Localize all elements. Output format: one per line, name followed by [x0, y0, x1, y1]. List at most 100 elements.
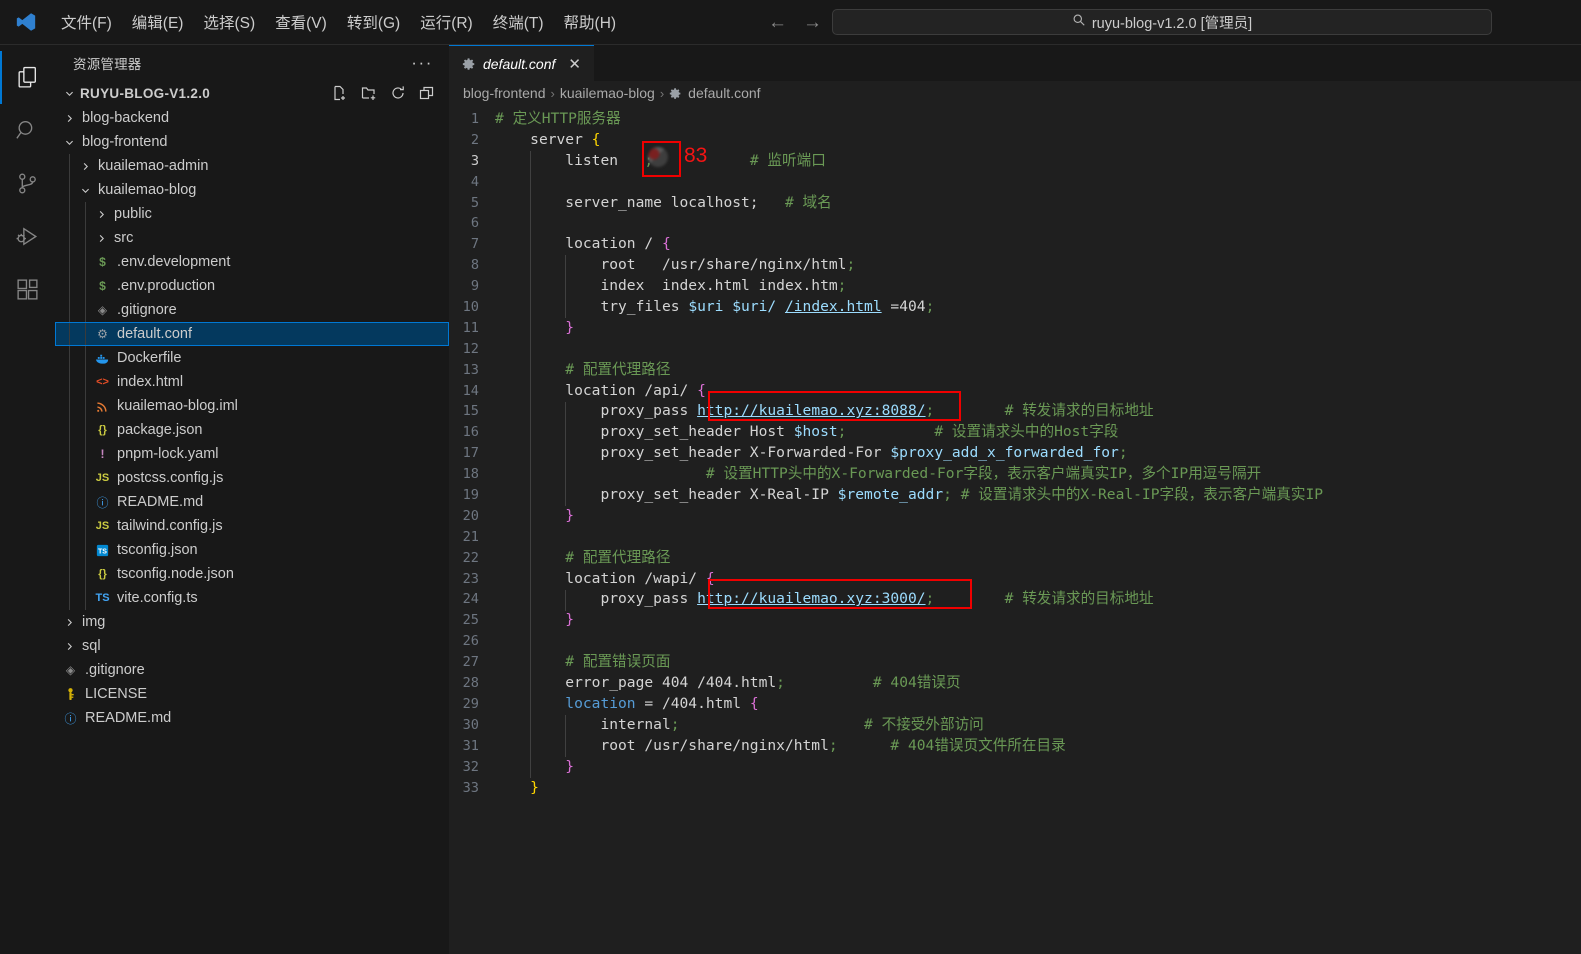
menu-go[interactable]: 转到(G) [338, 7, 409, 37]
code-line[interactable]: 27 # 配置错误页面 [449, 652, 1581, 673]
close-icon[interactable]: ✕ [566, 55, 583, 73]
code-line-text[interactable]: root /usr/share/nginx/html; # 404错误页文件所在… [495, 736, 1065, 757]
code-line[interactable]: 16 proxy_set_header Host $host; # 设置请求头中… [449, 422, 1581, 443]
navigation-arrows[interactable]: ← → [768, 13, 822, 32]
back-arrow-icon[interactable]: ← [768, 13, 787, 32]
tree-file-index-html[interactable]: <> index.html [55, 370, 449, 394]
new-folder-icon[interactable] [361, 85, 377, 101]
menu-bar[interactable]: 文件(F) 编辑(E) 选择(S) 查看(V) 转到(G) 运行(R) 终端(T) 帮助(H) [52, 7, 625, 37]
code-line[interactable]: 17 proxy_set_header X-Forwarded-For $pro… [449, 443, 1581, 464]
tree-folder-blog-backend[interactable]: blog-backend [55, 106, 449, 130]
code-line[interactable]: 23 location /wapi/ { [449, 569, 1581, 590]
code-line-text[interactable]: try_files $uri $uri/ /index.html =404; [495, 297, 934, 318]
breadcrumb-item[interactable]: default.conf [688, 85, 760, 101]
code-line[interactable]: 33 } [449, 778, 1581, 799]
tree-file-tailwind-config-js[interactable]: JS tailwind.config.js [55, 514, 449, 538]
code-line-text[interactable]: server_name localhost; # 域名 [495, 193, 831, 214]
chevron-right-icon[interactable] [93, 233, 109, 244]
menu-view[interactable]: 查看(V) [266, 7, 336, 37]
tree-file-postcss-config-js[interactable]: JS postcss.config.js [55, 466, 449, 490]
code-line-text[interactable]: index index.html index.htm; [495, 276, 846, 297]
code-line[interactable]: 28 error_page 404 /404.html; # 404错误页 [449, 673, 1581, 694]
activity-run-debug[interactable] [0, 210, 55, 263]
code-line-text[interactable]: proxy_pass http://kuailemao.xyz:8088/; #… [495, 401, 1153, 422]
new-file-icon[interactable] [332, 85, 348, 101]
code-line[interactable]: 1 # 定义HTTP服务器 [449, 109, 1581, 130]
chevron-right-icon[interactable] [77, 161, 93, 172]
forward-arrow-icon[interactable]: → [803, 13, 822, 32]
tree-file-pnpm-lock-yaml[interactable]: ! pnpm-lock.yaml [55, 442, 449, 466]
code-line[interactable]: 3 listen ; # 监听端口 [449, 151, 1581, 172]
code-line[interactable]: 29 location = /404.html { [449, 694, 1581, 715]
code-line[interactable]: 22 # 配置代理路径 [449, 548, 1581, 569]
code-line[interactable]: 4 [449, 172, 1581, 193]
tree-file-gitignore[interactable]: ◈ .gitignore [55, 658, 449, 682]
code-line-text[interactable]: # 配置错误页面 [495, 652, 670, 673]
chevron-down-icon[interactable] [77, 185, 93, 196]
code-line[interactable]: 19 proxy_set_header X-Real-IP $remote_ad… [449, 485, 1581, 506]
code-line[interactable]: 7 location / { [449, 234, 1581, 255]
code-line[interactable]: 14 location /api/ { [449, 381, 1581, 402]
code-line-text[interactable]: root /usr/share/nginx/html; [495, 255, 855, 276]
code-line[interactable]: 15 proxy_pass http://kuailemao.xyz:8088/… [449, 401, 1581, 422]
tree-file-license[interactable]: LICENSE [55, 682, 449, 706]
code-line[interactable]: 12 [449, 339, 1581, 360]
code-line-text[interactable]: location / { [495, 234, 670, 255]
breadcrumb-item[interactable]: blog-frontend [463, 85, 546, 101]
chevron-down-icon[interactable] [61, 137, 77, 148]
activity-bar[interactable] [0, 45, 55, 954]
command-center-search-input[interactable]: ruyu-blog-v1.2.0 [管理员] [832, 9, 1492, 35]
menu-terminal[interactable]: 终端(T) [484, 7, 553, 37]
explorer-more-actions-button[interactable]: ··· [411, 54, 433, 71]
code-line[interactable]: 18 # 设置HTTP头中的X-Forwarded-For字段，表示客户端真实I… [449, 464, 1581, 485]
code-line[interactable]: 20 } [449, 506, 1581, 527]
code-editor[interactable]: 1# 定义HTTP服务器2 server {3 listen ; # 监听端口4… [449, 105, 1581, 954]
tree-file-readme-md[interactable]: ⓘ README.md [55, 706, 449, 730]
code-line-text[interactable]: # 配置代理路径 [495, 548, 670, 569]
explorer-root-folder[interactable]: RUYU-BLOG-V1.2.0 [55, 80, 449, 106]
tree-file-tsconfig-node-json[interactable]: {} tsconfig.node.json [55, 562, 449, 586]
code-line[interactable]: 10 try_files $uri $uri/ /index.html =404… [449, 297, 1581, 318]
tree-file-dockerfile[interactable]: Dockerfile [55, 346, 449, 370]
code-line-text[interactable]: server { [495, 130, 600, 151]
activity-source-control[interactable] [0, 157, 55, 210]
code-line[interactable]: 2 server { [449, 130, 1581, 151]
tree-folder-blog-frontend[interactable]: blog-frontend [55, 130, 449, 154]
file-tree[interactable]: blog-backend blog-frontend kuailemao-admin… [55, 106, 449, 954]
tab-default-conf[interactable]: default.conf ✕ [449, 45, 594, 81]
activity-extensions[interactable] [0, 263, 55, 316]
tree-folder-kuailemao-blog[interactable]: kuailemao-blog [55, 178, 449, 202]
code-line-text[interactable]: location = /404.html { [495, 694, 758, 715]
code-line-text[interactable]: proxy_set_header Host $host; # 设置请求头中的Ho… [495, 422, 1118, 443]
code-line-text[interactable]: proxy_set_header X-Forwarded-For $proxy_… [495, 443, 1127, 464]
code-line-text[interactable]: } [495, 778, 539, 799]
tree-file-vite-config-ts[interactable]: TS vite.config.ts [55, 586, 449, 610]
menu-run[interactable]: 运行(R) [411, 7, 482, 37]
code-line-text[interactable]: internal; # 不接受外部访问 [495, 715, 983, 736]
code-line-text[interactable]: error_page 404 /404.html; # 404错误页 [495, 673, 960, 694]
menu-selection[interactable]: 选择(S) [194, 7, 264, 37]
code-line[interactable]: 5 server_name localhost; # 域名 [449, 193, 1581, 214]
collapse-all-icon[interactable] [419, 85, 435, 101]
tree-folder-public[interactable]: public [55, 202, 449, 226]
tree-file-tsconfig-json[interactable]: TS tsconfig.json [55, 538, 449, 562]
code-line[interactable]: 26 [449, 631, 1581, 652]
code-line-text[interactable]: location /api/ { [495, 381, 706, 402]
tree-file-package-json[interactable]: {} package.json [55, 418, 449, 442]
code-line-text[interactable]: proxy_set_header X-Real-IP $remote_addr;… [495, 485, 1323, 506]
tree-file-default-conf[interactable]: ⚙ default.conf [55, 322, 449, 346]
menu-edit[interactable]: 编辑(E) [123, 7, 193, 37]
menu-file[interactable]: 文件(F) [52, 7, 121, 37]
code-line[interactable]: 24 proxy_pass http://kuailemao.xyz:3000/… [449, 589, 1581, 610]
tree-folder-img[interactable]: img [55, 610, 449, 634]
code-line[interactable]: 13 # 配置代理路径 [449, 360, 1581, 381]
code-line[interactable]: 21 [449, 527, 1581, 548]
code-line-text[interactable]: proxy_pass http://kuailemao.xyz:3000/; #… [495, 589, 1153, 610]
code-line-text[interactable]: # 定义HTTP服务器 [495, 109, 621, 130]
code-line[interactable]: 25 } [449, 610, 1581, 631]
code-line[interactable]: 31 root /usr/share/nginx/html; # 404错误页文… [449, 736, 1581, 757]
code-line-text[interactable]: # 配置代理路径 [495, 360, 670, 381]
menu-help[interactable]: 帮助(H) [555, 7, 626, 37]
code-line[interactable]: 30 internal; # 不接受外部访问 [449, 715, 1581, 736]
chevron-right-icon[interactable] [93, 209, 109, 220]
